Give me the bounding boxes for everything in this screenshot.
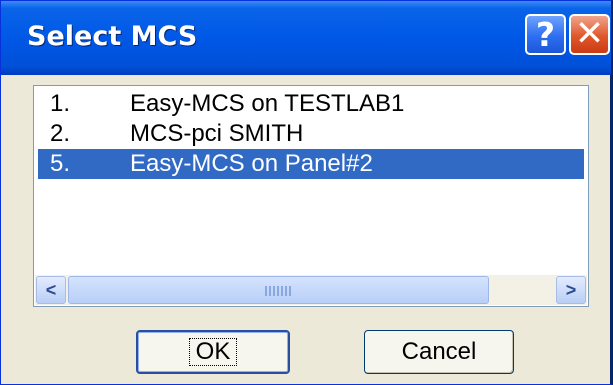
scrollbar-thumb[interactable] (68, 276, 489, 304)
horizontal-scrollbar[interactable]: < > (35, 275, 587, 305)
mcs-listbox[interactable]: 1. Easy-MCS on TESTLAB1 2. MCS-pci SMITH… (33, 85, 589, 307)
list-item-label: Easy-MCS on Panel#2 (130, 150, 373, 177)
close-icon: ✕ (574, 14, 605, 54)
cancel-button[interactable]: Cancel (364, 330, 514, 374)
chevron-left-icon: < (45, 280, 57, 300)
select-mcs-dialog: Select MCS ? ✕ 1. Easy-MCS on TESTLAB1 2… (0, 0, 613, 385)
list-item-number: 5. (50, 150, 71, 177)
title-bar[interactable]: Select MCS ? ✕ (1, 1, 611, 75)
list-item[interactable]: 2. MCS-pci SMITH (38, 119, 584, 149)
ok-button-label: OK (188, 338, 238, 366)
list-item[interactable]: 1. Easy-MCS on TESTLAB1 (38, 89, 584, 119)
list-item-number: 1. (50, 90, 71, 117)
list-item-number: 2. (50, 120, 71, 147)
grip-icon (265, 286, 291, 296)
window-title: Select MCS (27, 21, 198, 52)
chevron-right-icon: > (565, 280, 577, 300)
help-icon: ? (535, 15, 556, 54)
list-item-label: Easy-MCS on TESTLAB1 (130, 90, 405, 117)
list-item-selected[interactable]: 5. Easy-MCS on Panel#2 (38, 149, 584, 179)
help-button[interactable]: ? (525, 14, 566, 55)
list-item-label: MCS-pci SMITH (130, 120, 304, 147)
ok-button[interactable]: OK (136, 330, 290, 374)
scroll-right-button[interactable]: > (556, 276, 586, 304)
scroll-left-button[interactable]: < (36, 276, 66, 304)
close-button[interactable]: ✕ (569, 14, 610, 55)
